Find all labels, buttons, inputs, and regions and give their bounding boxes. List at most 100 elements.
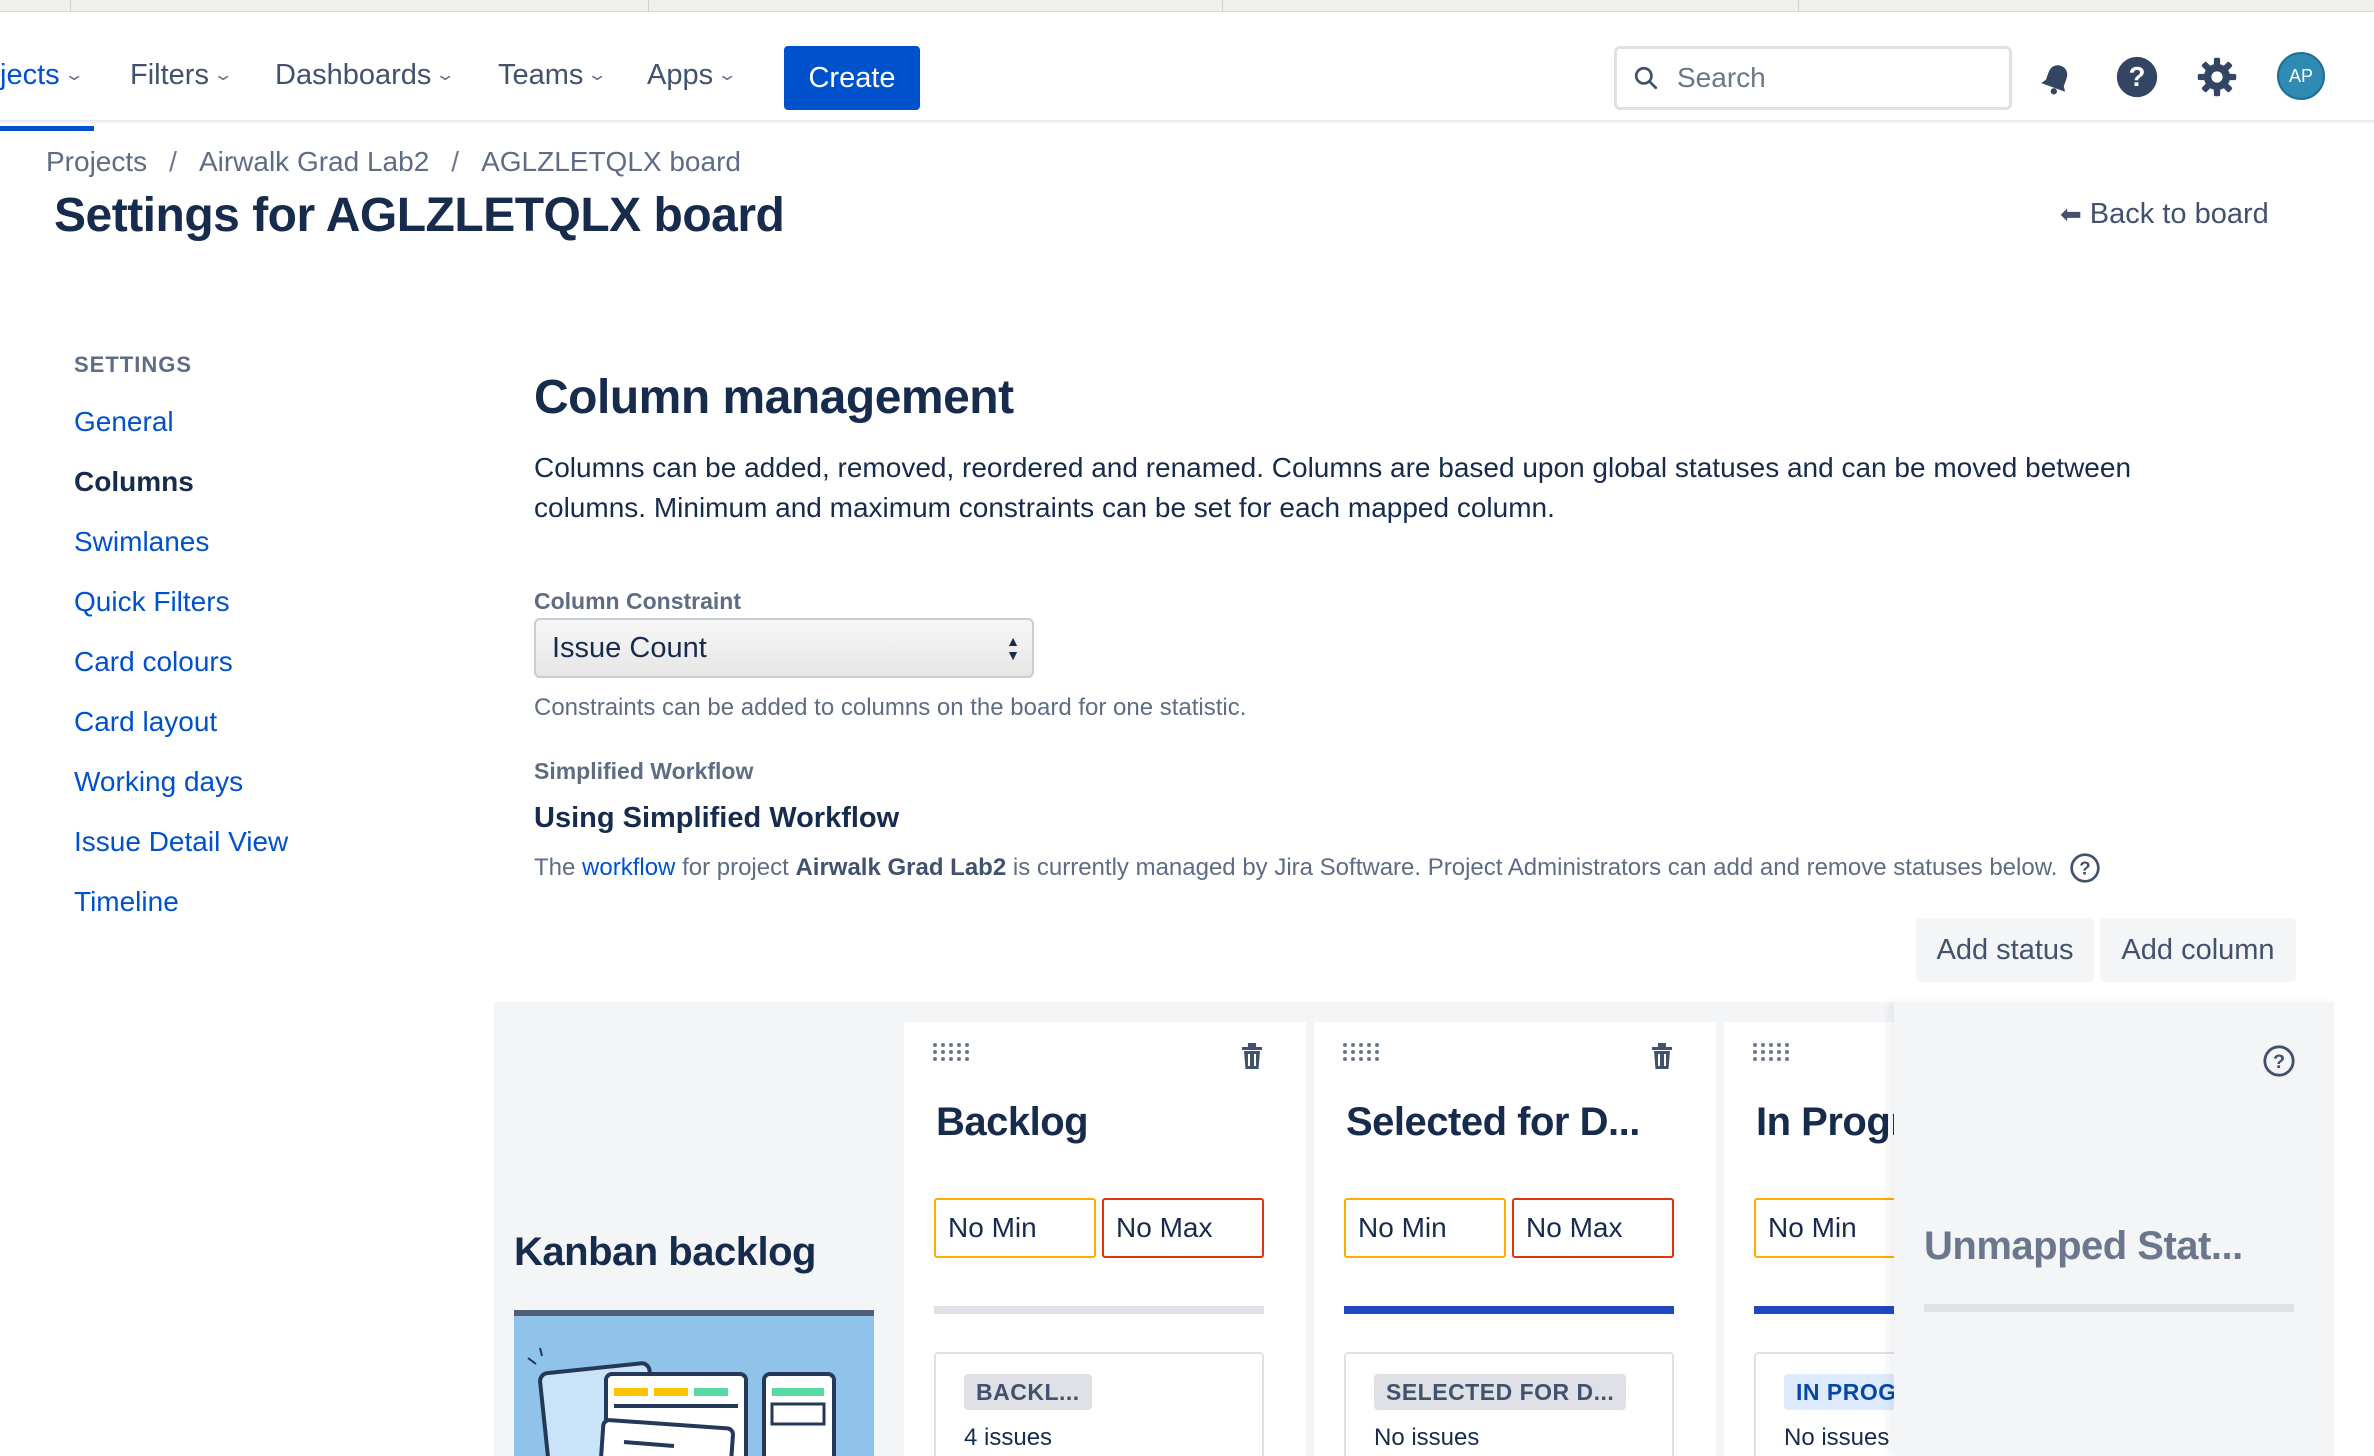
column-max-input[interactable]: No Max bbox=[1512, 1198, 1674, 1258]
column-constraint-value: Issue Count bbox=[552, 631, 707, 664]
column-min-input[interactable]: No Min bbox=[934, 1198, 1096, 1258]
sidebar-item-card-colours[interactable]: Card colours bbox=[74, 646, 233, 678]
nav-teams-label: Teams bbox=[498, 58, 584, 91]
status-issue-count: No issues bbox=[1374, 1424, 1480, 1451]
breadcrumb-projects[interactable]: Projects bbox=[46, 146, 147, 177]
chevron-down-icon: ⌄ bbox=[212, 65, 234, 84]
drag-handle-icon[interactable] bbox=[932, 1042, 972, 1062]
column-constraint-label: Column Constraint bbox=[534, 588, 741, 614]
column-title[interactable]: In Progr bbox=[1756, 1100, 1906, 1145]
nav-filters-label: Filters bbox=[130, 58, 209, 91]
sidebar-item-card-layout[interactable]: Card layout bbox=[74, 706, 217, 738]
column-card-selected-for-development[interactable]: Selected for D... No Min No Max SELECTED… bbox=[1314, 1022, 1716, 1456]
sidebar-heading: SETTINGS bbox=[74, 352, 193, 377]
column-constraint-bar bbox=[1344, 1306, 1674, 1314]
column-title[interactable]: Selected for D... bbox=[1346, 1100, 1640, 1145]
settings-button[interactable] bbox=[2192, 52, 2242, 102]
search-placeholder: Search bbox=[1677, 62, 1766, 93]
status-card[interactable]: SELECTED FOR D... No issues bbox=[1344, 1352, 1674, 1456]
sidebar-item-columns[interactable]: Columns bbox=[74, 466, 194, 498]
select-arrows-icon: ▲ ▼ bbox=[1006, 633, 1020, 663]
column-constraint-bar bbox=[934, 1306, 1264, 1314]
column-max-input[interactable]: No Max bbox=[1102, 1198, 1264, 1258]
help-circle-icon[interactable]: ? bbox=[2069, 852, 2101, 884]
sidebar-item-general[interactable]: General bbox=[74, 406, 174, 438]
workflow-link[interactable]: workflow bbox=[582, 854, 675, 882]
section-title: Column management bbox=[534, 371, 1014, 424]
trash-icon[interactable] bbox=[1650, 1042, 1674, 1070]
workflow-text-1: The bbox=[534, 854, 576, 881]
nav-filters[interactable]: Filters ⌄ bbox=[130, 47, 234, 103]
nav-projects-label: jects bbox=[0, 58, 60, 91]
nav-teams[interactable]: Teams ⌄ bbox=[498, 47, 608, 103]
drag-handle-icon[interactable] bbox=[1752, 1042, 1792, 1062]
status-lozenge: BACKL... bbox=[964, 1374, 1092, 1410]
breadcrumb-project[interactable]: Airwalk Grad Lab2 bbox=[199, 146, 429, 177]
chevron-down-icon: ⌄ bbox=[63, 65, 85, 84]
column-card-backlog[interactable]: Backlog No Min No Max BACKL... 4 issues bbox=[904, 1022, 1306, 1456]
help-circle-icon[interactable]: ? bbox=[2262, 1044, 2296, 1078]
chevron-down-icon: ⌄ bbox=[716, 65, 738, 84]
help-button[interactable]: ? bbox=[2112, 52, 2162, 102]
drag-handle-icon[interactable] bbox=[1342, 1042, 1382, 1062]
trash-icon[interactable] bbox=[1240, 1042, 1264, 1070]
svg-text:?: ? bbox=[2080, 858, 2091, 879]
column-title[interactable]: Backlog bbox=[936, 1100, 1089, 1145]
notifications-button[interactable] bbox=[2032, 52, 2082, 102]
kanban-backlog-title: Kanban backlog bbox=[514, 1230, 816, 1274]
add-status-button[interactable]: Add status bbox=[1916, 918, 2094, 982]
sidebar-item-working-days[interactable]: Working days bbox=[74, 766, 243, 798]
nav-apps-label: Apps bbox=[647, 58, 714, 91]
workflow-title: Using Simplified Workflow bbox=[534, 802, 900, 834]
simplified-workflow-label: Simplified Workflow bbox=[534, 758, 754, 784]
notification-bell-icon bbox=[2041, 65, 2068, 95]
nav-projects[interactable]: jects ⌄ bbox=[0, 47, 85, 103]
section-description: Columns can be added, removed, reordered… bbox=[534, 452, 2132, 523]
status-issue-count: 4 issues bbox=[964, 1424, 1053, 1451]
status-issue-count: No issues bbox=[1784, 1424, 1890, 1451]
sidebar-item-timeline[interactable]: Timeline bbox=[74, 886, 179, 918]
page-title: Settings for AGLZLETQLX board bbox=[54, 189, 785, 242]
nav-dashboards[interactable]: Dashboards ⌄ bbox=[275, 47, 457, 103]
breadcrumb-separator: / bbox=[451, 146, 460, 177]
back-to-board-link[interactable]: ⬅ Back to board bbox=[2060, 198, 2269, 231]
status-lozenge: IN PROG bbox=[1784, 1374, 1909, 1410]
sidebar-item-swimlanes[interactable]: Swimlanes bbox=[74, 526, 209, 558]
svg-text:?: ? bbox=[2129, 61, 2146, 92]
column-min-input[interactable]: No Min bbox=[1754, 1198, 1916, 1258]
column-min-input[interactable]: No Min bbox=[1344, 1198, 1506, 1258]
workflow-text-3: is currently managed by Jira Software. P… bbox=[1012, 854, 2058, 881]
help-icon: ? bbox=[2116, 56, 2158, 98]
breadcrumb-separator: / bbox=[169, 146, 177, 177]
unmapped-statuses-column: ? Unmapped Stat... bbox=[1894, 1002, 2334, 1456]
chevron-down-icon: ⌄ bbox=[434, 65, 457, 84]
back-arrow-icon: ⬅ bbox=[2060, 199, 2082, 229]
back-to-board-label: Back to board bbox=[2089, 198, 2269, 230]
sidebar-item-quick-filters[interactable]: Quick Filters bbox=[74, 586, 230, 618]
kanban-backlog-illustration bbox=[514, 1310, 874, 1456]
status-lozenge: SELECTED FOR D... bbox=[1374, 1374, 1627, 1410]
nav-active-indicator bbox=[0, 126, 94, 131]
workflow-project: Airwalk Grad Lab2 bbox=[795, 854, 1007, 881]
constraint-hint: Constraints can be added to columns on t… bbox=[534, 694, 1247, 721]
top-navigation: jects ⌄ Filters ⌄ Dashboards ⌄ Teams ⌄ Apps ⌄… bbox=[0, 12, 2374, 131]
create-button[interactable]: Create bbox=[784, 46, 920, 110]
breadcrumb: Projects / Airwalk Grad Lab2 / AGLZLETQLX bo… bbox=[46, 146, 741, 178]
sidebar-item-issue-detail-view[interactable]: Issue Detail View bbox=[74, 826, 288, 858]
column-constraint-select[interactable]: Issue Count ▲ ▼ bbox=[534, 618, 1034, 678]
nav-dashboards-label: Dashboards bbox=[275, 58, 432, 91]
user-avatar[interactable]: AP bbox=[2277, 52, 2325, 100]
workflow-text-2: for project bbox=[682, 854, 789, 881]
add-column-button[interactable]: Add column bbox=[2100, 918, 2296, 982]
unmapped-bar bbox=[1924, 1304, 2294, 1312]
status-card[interactable]: BACKL... 4 issues bbox=[934, 1352, 1264, 1456]
nav-apps[interactable]: Apps ⌄ bbox=[647, 47, 738, 103]
browser-tab-strip bbox=[0, 0, 2374, 12]
workflow-description: The workflow for project Airwalk Grad La… bbox=[534, 852, 2101, 884]
breadcrumb-board[interactable]: AGLZLETQLX board bbox=[481, 146, 741, 177]
unmapped-statuses-title: Unmapped Stat... bbox=[1924, 1224, 2243, 1268]
search-icon bbox=[1634, 66, 1658, 90]
svg-text:?: ? bbox=[2273, 1051, 2285, 1073]
settings-gear-icon bbox=[2197, 57, 2237, 97]
search-input[interactable]: Search bbox=[1614, 46, 2012, 110]
